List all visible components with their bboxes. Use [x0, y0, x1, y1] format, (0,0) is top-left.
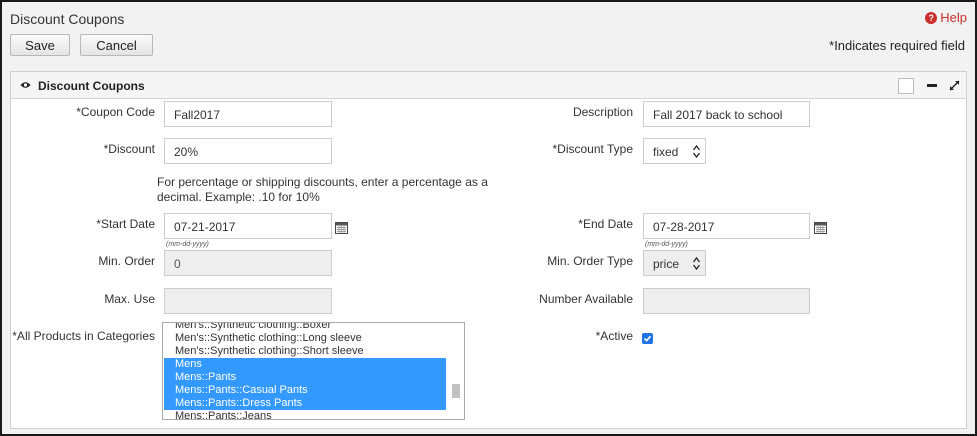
discount-input[interactable]: 20% — [164, 138, 332, 164]
minus-icon — [926, 84, 937, 87]
number-available-input[interactable] — [643, 288, 810, 314]
discount-type-label: *Discount Type — [552, 142, 634, 156]
up-down-arrows-icon — [693, 257, 700, 270]
help-label: Help — [940, 10, 967, 25]
help-link[interactable]: ? Help — [925, 10, 967, 25]
categories-listbox[interactable]: Men's::Synthetic clothing::Boxer Men's::… — [162, 322, 465, 420]
start-date-input[interactable]: 07-21-2017 — [164, 213, 332, 239]
list-item[interactable]: Mens::Pants::Jeans — [164, 410, 446, 419]
collapse-button[interactable] — [922, 76, 941, 95]
up-down-arrows-icon — [693, 145, 700, 158]
app-window: Discount Coupons ? Help Save Cancel *Ind… — [0, 0, 977, 436]
end-date-input[interactable]: 07-28-2017 — [643, 213, 810, 239]
end-date-format: (mm-dd-yyyy) — [645, 241, 688, 248]
required-field-note: *Indicates required field — [829, 38, 965, 53]
min-order-label: Min. Order — [98, 254, 155, 268]
start-date-label: *Start Date — [96, 217, 155, 231]
discount-hint-line2: decimal. Example: .10 for 10% — [157, 190, 320, 204]
active-label: *Active — [595, 329, 633, 343]
discount-hint-line1: For percentage or shipping discounts, en… — [157, 175, 488, 189]
discount-type-select[interactable]: fixed — [643, 138, 706, 164]
min-order-type-select[interactable]: price — [643, 250, 706, 276]
listbox-scrollbar[interactable] — [446, 323, 464, 419]
min-order-type-value: price — [653, 257, 680, 271]
list-item-selected[interactable]: Mens::Pants — [164, 371, 446, 384]
expand-arrows-icon — [949, 80, 960, 91]
coupon-code-label: *Coupon Code — [76, 105, 155, 119]
max-use-label: Max. Use — [104, 292, 155, 306]
list-item[interactable]: Men's::Synthetic clothing::Boxer — [164, 323, 446, 332]
save-button[interactable]: Save — [10, 34, 70, 56]
list-item[interactable]: Men's::Synthetic clothing::Long sleeve — [164, 332, 446, 345]
start-date-format: (mm-dd-yyyy) — [166, 241, 209, 248]
page-title: Discount Coupons — [10, 11, 125, 27]
list-item[interactable]: Men's::Synthetic clothing::Short sleeve — [164, 345, 446, 358]
checkmark-icon — [643, 335, 652, 342]
max-use-input[interactable] — [164, 288, 332, 314]
cancel-button[interactable]: Cancel — [80, 34, 153, 56]
categories-label: *All Products in Categories — [12, 329, 155, 343]
min-order-input[interactable]: 0 — [164, 250, 332, 276]
description-input[interactable]: Fall 2017 back to school — [643, 101, 810, 127]
help-circle-icon: ? — [925, 11, 938, 24]
scrollbar-thumb[interactable] — [452, 384, 460, 398]
discount-type-value: fixed — [653, 145, 679, 159]
min-order-type-label: Min. Order Type — [547, 254, 633, 268]
description-label: Description — [572, 105, 633, 119]
expand-button[interactable] — [945, 76, 964, 95]
list-item-selected[interactable]: Mens — [164, 358, 446, 371]
list-item-selected[interactable]: Mens::Pants::Casual Pants — [164, 384, 446, 397]
panel-header: Discount Coupons — [11, 72, 966, 99]
calendar-icon[interactable] — [814, 222, 827, 234]
discount-coupons-panel: Discount Coupons *Coupon Code Fall2017 D… — [10, 71, 967, 429]
list-item-selected[interactable]: Mens::Pants::Dress Pants — [164, 397, 446, 410]
calendar-icon[interactable] — [335, 222, 348, 234]
end-date-label: *End Date — [578, 217, 633, 231]
eye-icon[interactable] — [20, 81, 31, 89]
panel-title: Discount Coupons — [38, 79, 145, 93]
panel-select-toggle[interactable] — [896, 76, 915, 95]
square-icon — [897, 77, 914, 94]
discount-label: *Discount — [103, 142, 155, 156]
coupon-code-input[interactable]: Fall2017 — [164, 101, 332, 127]
active-checkbox[interactable] — [642, 333, 653, 344]
number-available-label: Number Available — [539, 292, 633, 306]
